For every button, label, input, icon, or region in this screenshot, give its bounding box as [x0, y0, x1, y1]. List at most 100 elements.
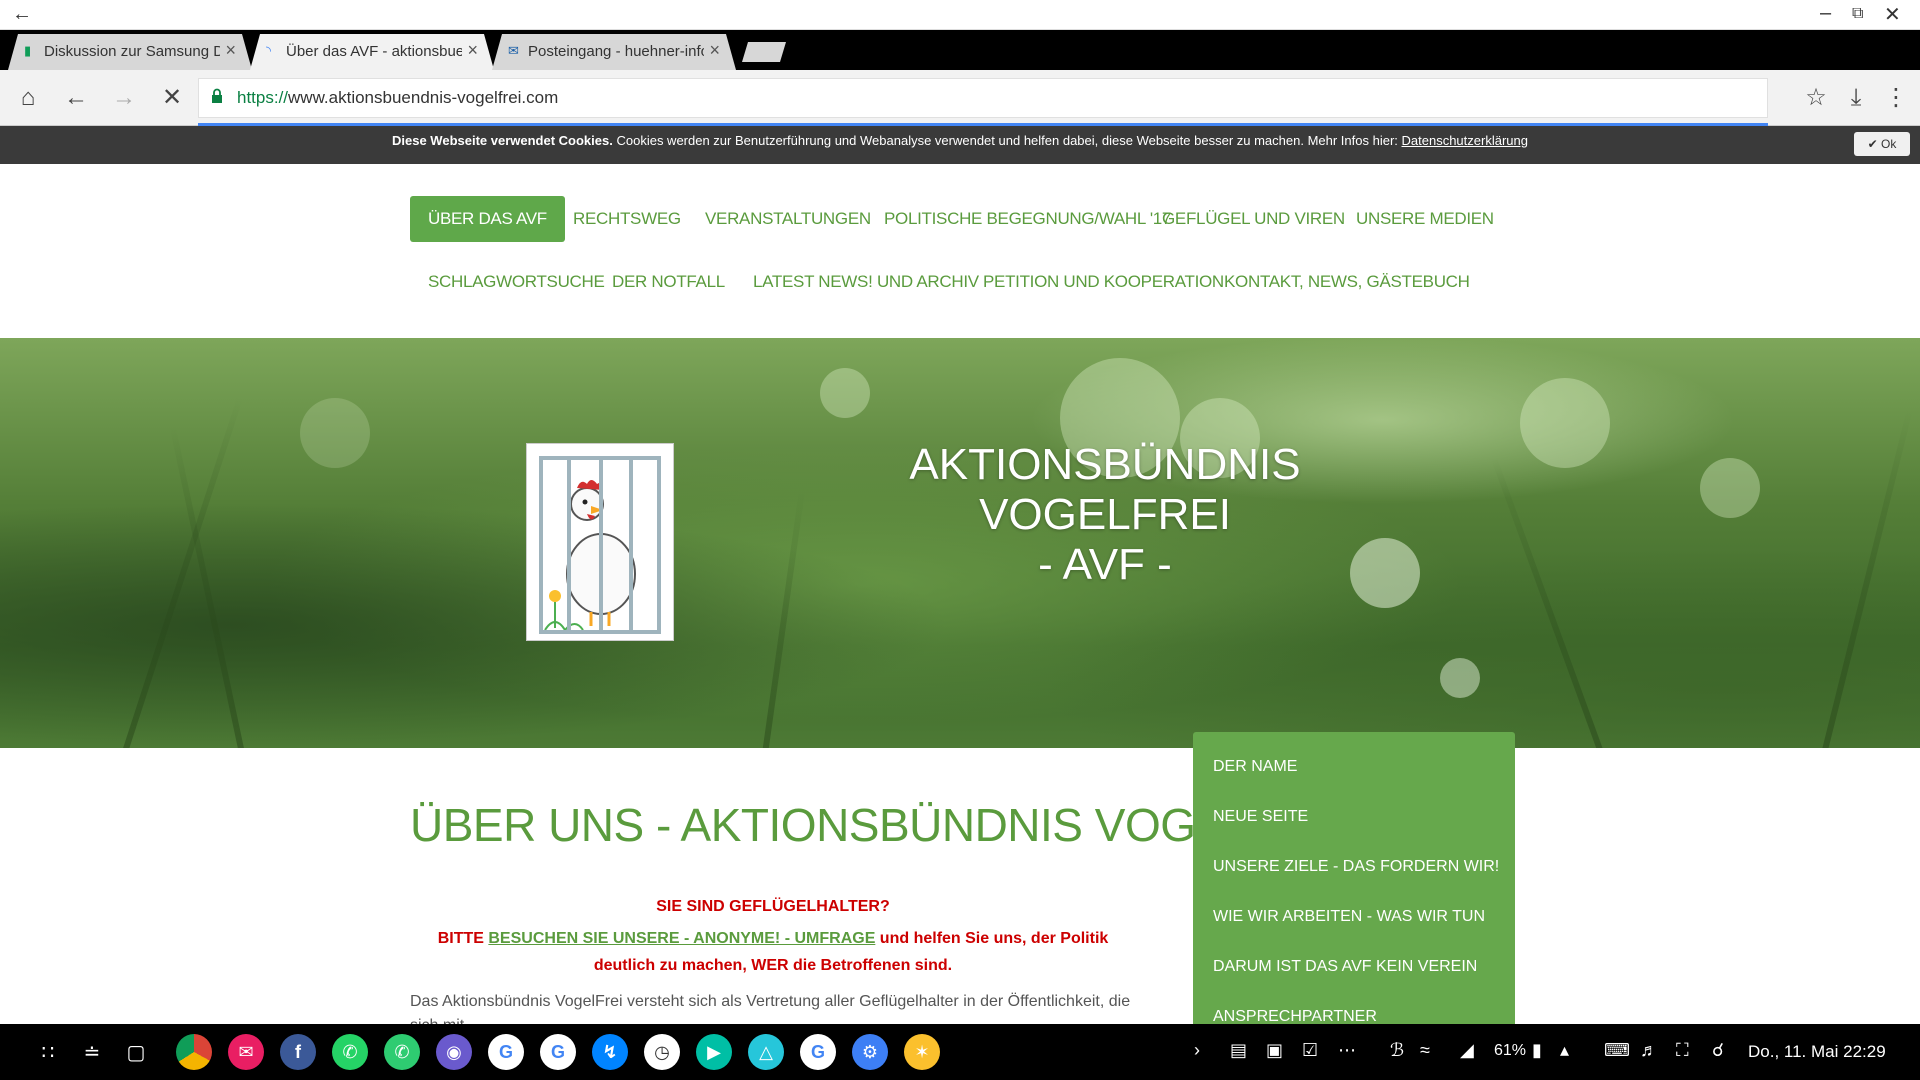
camera-icon[interactable]: ◉ — [436, 1034, 472, 1070]
bookmark-star-icon[interactable]: ☆ — [1798, 80, 1834, 116]
sidebar-item-der-name[interactable]: Der Name — [1213, 758, 1297, 776]
nav-schlagwortsuche[interactable]: Schlagwortsuche — [410, 259, 623, 305]
forward-icon[interactable]: → — [106, 80, 142, 116]
survey-question: SIE SIND GEFLÜGELHALTER? — [656, 898, 890, 915]
window-back-icon[interactable]: ← — [12, 3, 32, 26]
messenger-icon[interactable]: ↯ — [592, 1034, 628, 1070]
nav-kontakt[interactable]: Kontakt, News, Gästebuch — [1206, 259, 1488, 305]
address-bar[interactable]: https://www.aktionsbuendnis-vogelfrei.co… — [198, 78, 1768, 118]
notification-icon[interactable]: ▤ — [1230, 1040, 1247, 1061]
apps-grid-icon[interactable]: ∷ — [34, 1040, 62, 1065]
nav-ueber-das-avf[interactable]: Über das AVF — [410, 196, 565, 242]
nav-gefluegel-und-viren[interactable]: Geflügel und Viren — [1144, 196, 1363, 242]
menu-icon[interactable]: ⋮ — [1878, 80, 1914, 116]
avf-logo[interactable] — [526, 443, 674, 641]
cookie-message: Diese Webseite verwendet Cookies. Cookie… — [392, 133, 1528, 148]
home-icon[interactable]: ⌂ — [10, 80, 46, 116]
chicken-in-cage-icon — [531, 448, 671, 638]
privacy-link[interactable]: Datenschutzerklärung — [1402, 133, 1528, 148]
grass-blade — [120, 395, 244, 748]
minimize-icon[interactable]: – — [1820, 2, 1831, 25]
doc-icon: ▮ — [24, 43, 32, 58]
check-icon: ✔ — [1867, 137, 1878, 151]
nav-unsere-medien[interactable]: Unsere Medien — [1338, 196, 1512, 242]
sidebar-item-kein-verein[interactable]: Darum ist das AVF kein Verein — [1213, 958, 1477, 976]
mail-icon: ✉ — [508, 43, 519, 58]
nav-petition[interactable]: Petition und Kooperation — [965, 259, 1242, 305]
url-text: https://www.aktionsbuendnis-vogelfrei.co… — [237, 88, 559, 107]
clock[interactable]: Do., 11. Mai 22:29 — [1748, 1042, 1886, 1062]
tab-title: Diskussion zur Samsung DeX — [44, 43, 220, 60]
wifi-icon[interactable]: ≈ — [1420, 1040, 1430, 1061]
volume-icon[interactable]: ♬ — [1640, 1040, 1658, 1061]
restore-icon[interactable]: ⧉ — [1852, 5, 1863, 23]
loading-icon: ◝ — [266, 43, 272, 58]
stop-loading-icon[interactable]: ✕ — [154, 80, 190, 116]
close-window-icon[interactable]: ✕ — [1884, 2, 1901, 27]
survey-link[interactable]: BESUCHEN SIE UNSERE - ANONYME! - UMFRAGE — [488, 930, 875, 947]
signal-icon[interactable]: ◢ — [1460, 1040, 1474, 1061]
cookie-ok-button[interactable]: ✔ Ok — [1854, 132, 1910, 156]
site-navigation: Über das AVF Rechtsweg Veranstaltungen P… — [0, 164, 1920, 338]
google-icon[interactable]: G — [540, 1034, 576, 1070]
google-icon[interactable]: G — [488, 1034, 524, 1070]
nav-rechtsweg[interactable]: Rechtsweg — [555, 196, 699, 242]
phone-icon[interactable]: ✆ — [384, 1034, 420, 1070]
more-icon[interactable]: ⋯ — [1338, 1040, 1356, 1061]
chrome-icon[interactable] — [176, 1034, 212, 1070]
video-app-icon[interactable]: ▶ — [696, 1034, 732, 1070]
main-content — [0, 748, 1920, 1024]
recent-apps-icon[interactable]: ≐ — [78, 1040, 106, 1065]
facebook-icon[interactable]: f — [280, 1034, 316, 1070]
survey-callout: BITTE BESUCHEN SIE UNSERE - ANONYME! - U… — [437, 930, 1109, 974]
notes-app-icon[interactable]: △ — [748, 1034, 784, 1070]
battery-percent: 61% — [1494, 1042, 1527, 1059]
close-tab-icon[interactable]: × — [225, 40, 236, 61]
gallery-icon[interactable]: ▣ — [1266, 1040, 1283, 1061]
email-app-icon[interactable]: ✉ — [228, 1034, 264, 1070]
bokeh-light — [1520, 378, 1610, 468]
bokeh-light — [300, 398, 370, 468]
window-title-bar: ← – ⧉ ✕ — [0, 0, 1920, 30]
hero-title-line1: AKTIONSBÜNDNIS VOGELFREI — [909, 440, 1301, 539]
whatsapp-icon[interactable]: ✆ — [332, 1034, 368, 1070]
tab-samsung-dex[interactable]: ▮ Diskussion zur Samsung DeX × — [8, 34, 252, 70]
sub-navigation: Der Name Neue Seite Unsere Ziele - das f… — [1193, 732, 1515, 1024]
new-tab-button[interactable] — [742, 42, 786, 62]
system-taskbar: ∷ ≐ ▢ ✉ f ✆ ✆ ◉ G G ↯ ◷ ▶ △ G ⚙ ✶ › ▤ ▣ … — [0, 1024, 1920, 1080]
bokeh-light — [1700, 458, 1760, 518]
nav-veranstaltungen[interactable]: Veranstaltungen — [687, 196, 889, 242]
lock-icon — [212, 88, 222, 103]
caret-up-icon[interactable]: ▴ — [1560, 1040, 1569, 1061]
sidebar-item-unsere-ziele[interactable]: Unsere Ziele - das fordern wir! — [1213, 858, 1499, 876]
keyboard-icon[interactable]: ⌨ — [1604, 1040, 1630, 1061]
chevron-right-icon[interactable]: › — [1194, 1040, 1200, 1061]
close-tab-icon[interactable]: × — [709, 40, 720, 61]
bluetooth-icon[interactable]: ℬ — [1390, 1040, 1404, 1061]
clock-app-icon[interactable]: ◷ — [644, 1034, 680, 1070]
battery-icon: ▮ — [1532, 1040, 1542, 1060]
screenshot-icon[interactable]: ⛶ — [1676, 1040, 1689, 1061]
close-tab-icon[interactable]: × — [467, 40, 478, 61]
search-icon[interactable]: ☌ — [1712, 1040, 1724, 1061]
sidebar-item-neue-seite[interactable]: Neue Seite — [1213, 808, 1308, 826]
bokeh-light — [820, 368, 870, 418]
nav-der-notfall[interactable]: Der Notfall — [594, 259, 743, 305]
back-icon[interactable]: ← — [58, 80, 94, 116]
hero-title: AKTIONSBÜNDNIS VOGELFREI - AVF - — [820, 440, 1390, 590]
tab-ueber-das-avf[interactable]: ◝ Über das AVF - aktionsbuendnis × — [250, 34, 494, 70]
tab-title: Über das AVF - aktionsbuendnis — [286, 43, 462, 60]
app-notification-icon[interactable]: ☑ — [1302, 1040, 1318, 1061]
tab-posteingang[interactable]: ✉ Posteingang - huehner-info.de × — [492, 34, 736, 70]
bixby-icon[interactable]: ✶ — [904, 1034, 940, 1070]
sidebar-item-wie-wir-arbeiten[interactable]: Wie wir arbeiten - was wir tun — [1213, 908, 1485, 926]
download-icon[interactable]: ⤓ — [1838, 80, 1874, 116]
nav-politische-begegnung[interactable]: Politische Begegnung/Wahl '17 — [866, 196, 1189, 242]
sidebar-item-ansprechpartner[interactable]: Ansprechpartner — [1213, 1008, 1377, 1024]
tab-strip: ▮ Diskussion zur Samsung DeX × ◝ Über da… — [0, 30, 1920, 70]
square-icon[interactable]: ▢ — [122, 1040, 150, 1065]
bokeh-light — [1440, 658, 1480, 698]
nav-latest-news[interactable]: Latest News! und Archiv — [735, 259, 997, 305]
settings-icon[interactable]: ⚙ — [852, 1034, 888, 1070]
google-icon[interactable]: G — [800, 1034, 836, 1070]
